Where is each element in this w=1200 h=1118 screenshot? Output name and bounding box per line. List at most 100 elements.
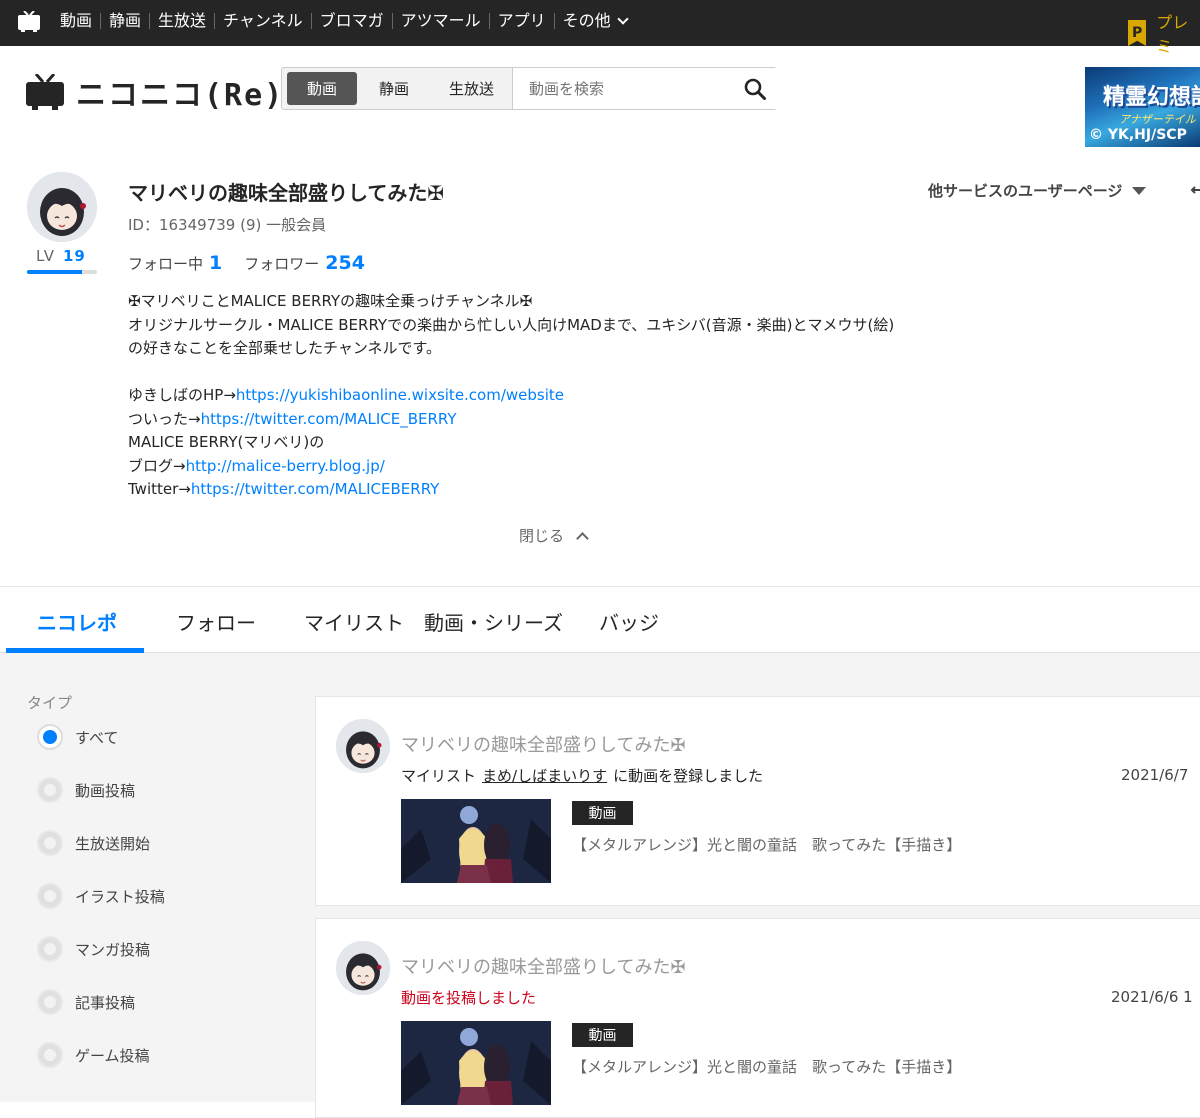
search-input[interactable] [512,68,777,109]
blog-label: ブログ→ [128,456,186,475]
video-thumbnail-image [401,1021,551,1105]
other-services-dropdown[interactable]: 他サービスのユーザーページ [928,180,1147,201]
global-navbar: 動画 静画 生放送 チャンネル ブロマガ アツマール アプリ その他 P プレミ [0,0,1200,56]
card-user-name[interactable]: マリベリの趣味全部盛りしてみた✠ [401,953,686,979]
level-value: 19 [62,247,86,265]
nicorepo-section: タイプ すべて 動画投稿 生放送開始 イラスト投稿 マンガ投稿 記事投稿 ゲーム… [0,654,1200,1118]
user-level: LV 19 [36,247,86,265]
filter-option-manga-upload[interactable]: マンガ投稿 [37,936,150,962]
video-thumbnail[interactable] [401,799,551,883]
nav-more[interactable]: その他 [555,13,635,29]
card-action: 動画を投稿しました [401,989,537,1007]
site-logo[interactable]: ニコニコ(Re) [26,70,284,114]
level-label: LV [36,247,55,265]
filter-option-label: 動画投稿 [75,781,136,800]
global-nav-links: 動画 静画 生放送 チャンネル ブロマガ アツマール アプリ その他 [52,0,635,42]
other-services-label: 他サービスのユーザーページ [928,182,1123,200]
filter-option-article-upload[interactable]: 記事投稿 [37,989,135,1015]
search-tab-video[interactable]: 動画 [287,72,357,105]
filter-option-label: すべて [75,728,119,747]
filter-option-illust-upload[interactable]: イラスト投稿 [37,883,165,909]
radio-unchecked-icon [37,989,63,1015]
twitter-link[interactable]: https://twitter.com/MALICEBERRY [191,480,439,498]
chevron-up-icon [576,531,589,545]
following-label[interactable]: フォロー中 [128,253,203,274]
close-label: 閉じる [519,527,565,545]
search-tab-seiga[interactable]: 静画 [361,72,427,105]
followers-label[interactable]: フォロワー [244,253,319,274]
tab-follow[interactable]: フォロー [176,607,256,636]
user-avatar-image [27,172,97,242]
chevron-down-icon [616,12,629,25]
filter-option-label: 生放送開始 [75,834,151,853]
following-count[interactable]: 1 [209,252,222,274]
video-badge: 動画 [572,801,633,825]
filter-option-all[interactable]: すべて [37,724,118,750]
card-date: 2021/6/7 [1121,766,1189,784]
nav-seiga[interactable]: 静画 [101,13,151,29]
nav-live[interactable]: 生放送 [150,13,216,29]
radio-unchecked-icon [37,883,63,909]
search-tab-live[interactable]: 生放送 [431,72,512,105]
tab-badge[interactable]: バッジ [599,607,659,636]
card-avatar[interactable] [336,719,390,773]
premium-label: プレミ [1156,13,1189,56]
tab-nicorepo[interactable]: ニコレポ [37,607,117,636]
radio-unchecked-icon [37,1042,63,1068]
blog-link[interactable]: http://malice-berry.blog.jp/ [186,457,385,475]
filter-type-label: タイプ [27,694,73,712]
description-line: オリジナルサークル・MALICE BERRYでの楽曲から忙しい人向けMADまで、… [128,315,895,334]
niconico-tv-icon[interactable] [18,11,40,32]
nav-channel[interactable]: チャンネル [215,13,312,29]
description-line: の好きなことを全部乗せしたチャンネルです。 [128,339,442,357]
video-title[interactable]: 【メタルアレンジ】光と闇の童話 歌ってみた【手描き】 [572,834,961,855]
radio-unchecked-icon [37,777,63,803]
radio-unchecked-icon [37,830,63,856]
hp-label: ゆきしばのHP→ [128,386,236,404]
card-action: マイリスト まめ/しばまいりす に動画を登録しました [401,765,763,786]
mylist-link[interactable]: まめ/しばまいりす [482,767,607,785]
nav-video[interactable]: 動画 [52,13,102,29]
profile-tabs: ニコレポ フォロー マイリスト 動画・シリーズ バッジ [0,586,1200,653]
hp-link[interactable]: https://yukishibaonline.wixsite.com/webs… [236,386,564,404]
card-user-name[interactable]: マリベリの趣味全部盛りしてみた✠ [401,731,686,757]
followers-count[interactable]: 254 [325,252,365,274]
video-thumbnail[interactable] [401,1021,551,1105]
ad-subtitle: アナザーテイル [1119,113,1196,126]
close-description-button[interactable]: 閉じる [519,525,589,546]
share-icon[interactable] [1190,185,1200,195]
user-description: ✠マリベリことMALICE BERRYの趣味全乗っけチャンネル✠ オリジナルサー… [128,290,894,502]
video-title[interactable]: 【メタルアレンジ】光と闇の童話 歌ってみた【手描き】 [572,1056,961,1077]
level-progress-fill [27,270,82,274]
user-avatar-image [336,719,390,773]
nav-blomaga[interactable]: ブロマガ [312,13,393,29]
search-bar: 動画 静画 生放送 [281,67,777,110]
caret-down-icon [1132,186,1147,195]
filter-option-label: マンガ投稿 [75,940,151,959]
ad-title: 精霊幻想記 [1103,84,1200,110]
filter-option-label: イラスト投稿 [75,887,165,906]
user-avatar[interactable] [27,172,97,242]
video-badge: 動画 [572,1023,633,1047]
card-avatar[interactable] [336,941,390,995]
tab-mylist[interactable]: マイリスト [304,607,404,636]
tab-videos-series[interactable]: 動画・シリーズ [424,607,563,636]
filter-option-label: ゲーム投稿 [75,1046,150,1065]
twitter-link[interactable]: https://twitter.com/MALICE_BERRY [201,410,457,428]
nicorepo-item: マリベリの趣味全部盛りしてみた✠ 動画を投稿しました 2021/6/6 1 動画… [315,918,1200,1118]
twitter-label: Twitter→ [128,480,191,498]
nav-app[interactable]: アプリ [490,13,555,29]
level-progress-bar [27,270,97,274]
search-icon[interactable] [744,78,766,100]
description-line: MALICE BERRY(マリベリ)の [128,433,325,451]
nav-atsumaru[interactable]: アツマール [393,13,490,29]
user-avatar-image [336,941,390,995]
logo-text: ニコニコ(Re) [76,78,285,113]
filter-option-label: 記事投稿 [75,993,136,1012]
filter-option-game-upload[interactable]: ゲーム投稿 [37,1042,150,1068]
ad-banner[interactable]: 精霊幻想記 アナザーテイル © YK,HJ/SCP [1085,67,1200,147]
filter-option-live-start[interactable]: 生放送開始 [37,830,150,856]
radio-unchecked-icon [37,936,63,962]
premium-link[interactable]: P プレミ [1128,9,1200,57]
filter-option-video-upload[interactable]: 動画投稿 [37,777,135,803]
